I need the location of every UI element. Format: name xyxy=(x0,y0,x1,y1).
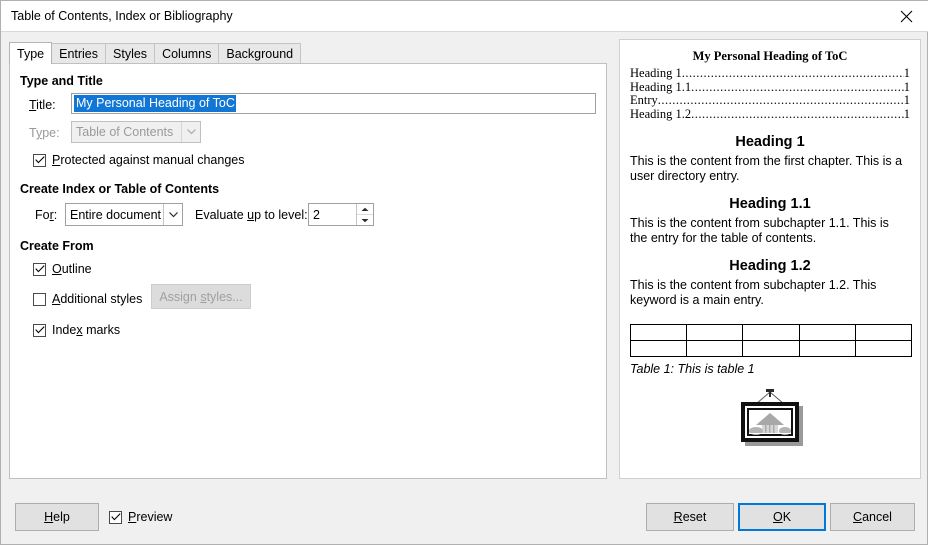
table-row xyxy=(629,340,913,357)
tab-columns[interactable]: Columns xyxy=(154,43,220,64)
preview-body-1-2: This is the content from subchapter 1.2.… xyxy=(630,278,877,307)
preview-toc-entry: Heading 1.2 ............................… xyxy=(630,106,910,122)
checkbox-box xyxy=(109,510,122,524)
type-label: Type: xyxy=(29,126,60,140)
preview-panel: My Personal Heading of ToC Heading 1 ...… xyxy=(619,39,921,479)
table-cell xyxy=(742,340,800,357)
preview-heading-1: Heading 1 xyxy=(735,134,805,150)
preview-heading-1-2: Heading 1.2 xyxy=(729,258,811,274)
preview-toc-entry: Entry ..................................… xyxy=(630,93,910,108)
outline-checkbox[interactable]: Outline xyxy=(33,262,92,276)
reset-label: Reset xyxy=(673,510,707,524)
preview-body-1: This is the content from the first chapt… xyxy=(630,154,903,183)
checkbox-box xyxy=(33,153,46,167)
toc-entry-label: Heading 1 xyxy=(630,66,682,80)
toc-entry-page: 1 xyxy=(903,66,910,80)
preview-table xyxy=(629,324,913,357)
evaluate-level-stepper[interactable]: 2 xyxy=(308,203,374,226)
toc-entry-page: 1 xyxy=(903,93,910,107)
title-input-value: My Personal Heading of ToC xyxy=(74,95,236,112)
toc-leader-dots: ........................................… xyxy=(681,67,904,80)
type-combobox: Table of Contents xyxy=(71,121,201,143)
title-input[interactable]: My Personal Heading of ToC xyxy=(71,93,596,114)
table-cell xyxy=(854,340,913,357)
cancel-button[interactable]: Cancel xyxy=(830,503,915,531)
help-label: Help xyxy=(44,510,70,524)
table-cell xyxy=(798,340,856,357)
dialog-title: Table of Contents, Index or Bibliography xyxy=(11,9,233,23)
preview-toc-entry: Heading 1.1 ............................… xyxy=(630,79,910,95)
table-cell xyxy=(686,324,744,341)
table-cell xyxy=(798,324,856,341)
preview-toc-entry: Heading 1 ..............................… xyxy=(630,66,910,81)
ok-label: OK xyxy=(772,510,792,524)
for-combobox-value: Entire document xyxy=(70,207,162,222)
stepper-buttons xyxy=(356,204,373,225)
checkbox-box xyxy=(33,262,46,276)
stepper-down-icon[interactable] xyxy=(357,215,373,225)
protected-checkbox[interactable]: Protected against manual changes xyxy=(33,153,245,167)
for-label: For: xyxy=(35,208,58,222)
toc-leader-dots: ........................................… xyxy=(657,94,904,107)
assign-styles-label: Assign styles... xyxy=(159,289,243,304)
assign-styles-button: Assign styles... xyxy=(151,284,251,309)
table-row xyxy=(629,324,913,341)
preview-image xyxy=(620,387,920,452)
tab-background[interactable]: Background xyxy=(218,43,302,64)
checkbox-box xyxy=(33,323,46,337)
additional-styles-checkbox[interactable]: Additional styles xyxy=(33,292,142,306)
chevron-down-icon[interactable] xyxy=(163,204,182,225)
checkbox-box xyxy=(33,292,46,306)
table-cell xyxy=(742,324,800,341)
preview-checkbox[interactable]: Preview xyxy=(109,510,172,524)
toc-entry-page: 1 xyxy=(903,106,910,121)
toc-entry-page: 1 xyxy=(903,79,910,94)
index-marks-checkbox[interactable]: Index marks xyxy=(33,323,120,337)
table-cell xyxy=(686,340,744,357)
stepper-up-icon[interactable] xyxy=(357,204,373,215)
preview-heading-1-1: Heading 1.1 xyxy=(729,196,811,212)
help-button[interactable]: Help xyxy=(15,503,99,531)
preview-checkbox-label: Preview xyxy=(128,510,173,524)
type-tab-panel: Type and Title Title: My Personal Headin… xyxy=(9,63,607,479)
group-create-from: Create From xyxy=(20,239,94,253)
outline-checkbox-label: Outline xyxy=(52,262,92,276)
framed-picture-icon xyxy=(732,387,808,452)
table-cell xyxy=(629,324,688,341)
title-bar: Table of Contents, Index or Bibliography xyxy=(1,1,928,32)
for-combobox[interactable]: Entire document xyxy=(65,203,183,226)
title-label: Title: xyxy=(29,98,56,112)
tab-strip: Type Entries Styles Columns Background xyxy=(9,42,302,64)
index-marks-checkbox-label: Index marks xyxy=(52,323,121,337)
cancel-label: Cancel xyxy=(853,510,892,524)
close-icon[interactable] xyxy=(883,1,928,31)
evaluate-level-label: Evaluate up to level: xyxy=(195,208,308,222)
protected-checkbox-label: Protected against manual changes xyxy=(52,153,245,167)
table-cell xyxy=(854,324,913,341)
preview-toc-title: My Personal Heading of ToC xyxy=(692,49,848,63)
toc-dialog: Table of Contents, Index or Bibliography… xyxy=(0,0,928,545)
tab-type[interactable]: Type xyxy=(9,42,53,64)
additional-styles-checkbox-label: Additional styles xyxy=(52,292,143,306)
group-create-index: Create Index or Table of Contents xyxy=(20,182,220,196)
type-combobox-value: Table of Contents xyxy=(76,125,174,139)
evaluate-level-value: 2 xyxy=(313,207,320,222)
toc-entry-label: Entry xyxy=(630,93,658,107)
table-cell xyxy=(629,340,688,357)
preview-table-caption: Table 1: This is table 1 xyxy=(630,362,755,376)
preview-body-1-1: This is the content from subchapter 1.1.… xyxy=(630,216,889,245)
toc-entry-label: Heading 1.1 xyxy=(630,79,692,94)
ok-button[interactable]: OK xyxy=(738,503,826,531)
tab-styles[interactable]: Styles xyxy=(105,43,156,64)
tab-entries[interactable]: Entries xyxy=(51,43,107,64)
group-type-and-title: Type and Title xyxy=(20,74,103,88)
toc-leader-dots: ........................................… xyxy=(691,80,904,94)
reset-button[interactable]: Reset xyxy=(646,503,734,531)
toc-entry-label: Heading 1.2 xyxy=(630,106,692,121)
toc-leader-dots: ........................................… xyxy=(691,107,904,121)
chevron-down-icon xyxy=(181,122,200,142)
